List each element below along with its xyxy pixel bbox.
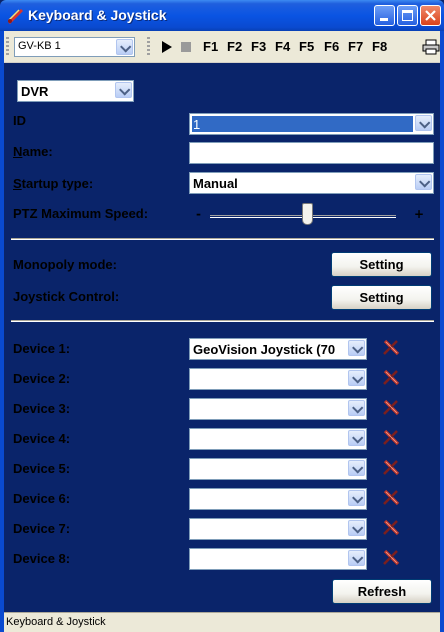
f5-button[interactable]: F5 <box>299 39 314 54</box>
divider <box>11 238 434 240</box>
id-label: ID <box>13 113 26 128</box>
remove-device-icon[interactable] <box>382 429 400 447</box>
startup-type-value: Manual <box>193 176 238 191</box>
title-bar[interactable]: Keyboard & Joystick <box>0 0 444 31</box>
printer-icon[interactable] <box>422 39 440 55</box>
divider <box>11 320 434 322</box>
remove-device-icon[interactable] <box>382 549 400 567</box>
f1-button[interactable]: F1 <box>203 39 218 54</box>
chevron-down-icon[interactable] <box>348 550 365 566</box>
device-label: Device 1: <box>13 341 71 356</box>
device-select[interactable] <box>189 518 367 540</box>
remove-device-icon[interactable] <box>382 369 400 387</box>
minimize-button[interactable] <box>374 5 395 26</box>
chevron-down-icon[interactable] <box>115 82 132 98</box>
window-border-left <box>0 31 4 632</box>
name-field[interactable] <box>189 142 434 164</box>
device-label: Device 3: <box>13 401 71 416</box>
device-select[interactable] <box>189 368 367 390</box>
ptz-speed-min: - <box>196 207 201 221</box>
keyboard-select-value: GV-KB 1 <box>18 40 61 52</box>
device-label: Device 5: <box>13 461 71 476</box>
id-select-value: 1 <box>193 117 201 132</box>
startup-label-text: tartup type: <box>21 176 94 191</box>
remove-device-icon[interactable] <box>382 519 400 537</box>
toolbar: GV-KB 1 F1 F2 F3 F4 F5 F6 F7 F8 <box>4 31 440 63</box>
chevron-down-icon[interactable] <box>348 520 365 536</box>
selection-highlight <box>192 116 413 132</box>
name-label: Name: <box>13 144 53 159</box>
ptz-speed-label: PTZ Maximum Speed: <box>13 206 149 221</box>
f3-button[interactable]: F3 <box>251 39 266 54</box>
chevron-down-icon[interactable] <box>415 174 432 190</box>
startup-type-select[interactable]: Manual <box>189 172 434 194</box>
stop-icon[interactable] <box>181 42 191 52</box>
startup-type-label: Startup type: <box>13 176 93 191</box>
name-label-accesskey: N <box>13 144 23 159</box>
remove-device-icon[interactable] <box>382 399 400 417</box>
chevron-down-icon[interactable] <box>116 39 133 55</box>
device-label: Device 4: <box>13 431 71 446</box>
device-select[interactable] <box>189 398 367 420</box>
minimize-icon <box>380 18 388 21</box>
status-text: Keyboard & Joystick <box>6 616 106 628</box>
mode-select-value: DVR <box>21 84 49 99</box>
remove-device-icon[interactable] <box>382 489 400 507</box>
close-icon <box>425 10 436 21</box>
maximize-icon <box>402 10 413 21</box>
startup-label-accesskey: S <box>13 176 22 191</box>
chevron-down-icon[interactable] <box>348 430 365 446</box>
device-label: Device 7: <box>13 521 71 536</box>
chevron-down-icon[interactable] <box>348 460 365 476</box>
monopoly-setting-button[interactable]: Setting <box>331 252 432 277</box>
chevron-down-icon[interactable] <box>415 115 432 131</box>
keyboard-joystick-icon <box>8 9 23 24</box>
device-select-value: GeoVision Joystick (70 <box>193 342 336 357</box>
window-border-right <box>440 31 444 632</box>
refresh-button[interactable]: Refresh <box>332 579 432 604</box>
device-select[interactable] <box>189 488 367 510</box>
toolbar-grip[interactable] <box>147 37 150 57</box>
chevron-down-icon[interactable] <box>348 340 365 356</box>
f6-button[interactable]: F6 <box>324 39 339 54</box>
status-bar: Keyboard & Joystick <box>4 612 440 632</box>
play-icon[interactable] <box>162 41 172 53</box>
chevron-down-icon[interactable] <box>348 370 365 386</box>
device-select[interactable] <box>189 428 367 450</box>
ptz-speed-thumb[interactable] <box>302 203 313 225</box>
close-button[interactable] <box>420 5 441 26</box>
f8-button[interactable]: F8 <box>372 39 387 54</box>
keyboard-select[interactable]: GV-KB 1 <box>14 37 135 57</box>
device-label: Device 2: <box>13 371 71 386</box>
device-label: Device 6: <box>13 491 71 506</box>
device-select[interactable] <box>189 458 367 480</box>
device-select[interactable] <box>189 548 367 570</box>
f4-button[interactable]: F4 <box>275 39 290 54</box>
name-label-text: ame: <box>22 144 53 159</box>
f2-button[interactable]: F2 <box>227 39 242 54</box>
chevron-down-icon[interactable] <box>348 400 365 416</box>
id-select[interactable]: 1 <box>189 113 434 135</box>
joystick-control-label: Joystick Control: <box>13 289 120 304</box>
device-label: Device 8: <box>13 551 71 566</box>
maximize-button[interactable] <box>397 5 418 26</box>
f7-button[interactable]: F7 <box>348 39 363 54</box>
joystick-setting-button[interactable]: Setting <box>331 285 432 310</box>
remove-device-icon[interactable] <box>382 339 400 357</box>
mode-select[interactable]: DVR <box>17 80 134 102</box>
window-title: Keyboard & Joystick <box>28 7 167 23</box>
device-select[interactable]: GeoVision Joystick (70 <box>189 338 367 360</box>
toolbar-grip[interactable] <box>6 37 9 57</box>
remove-device-icon[interactable] <box>382 459 400 477</box>
chevron-down-icon[interactable] <box>348 490 365 506</box>
monopoly-mode-label: Monopoly mode: <box>13 257 117 272</box>
ptz-speed-max: + <box>414 207 425 221</box>
